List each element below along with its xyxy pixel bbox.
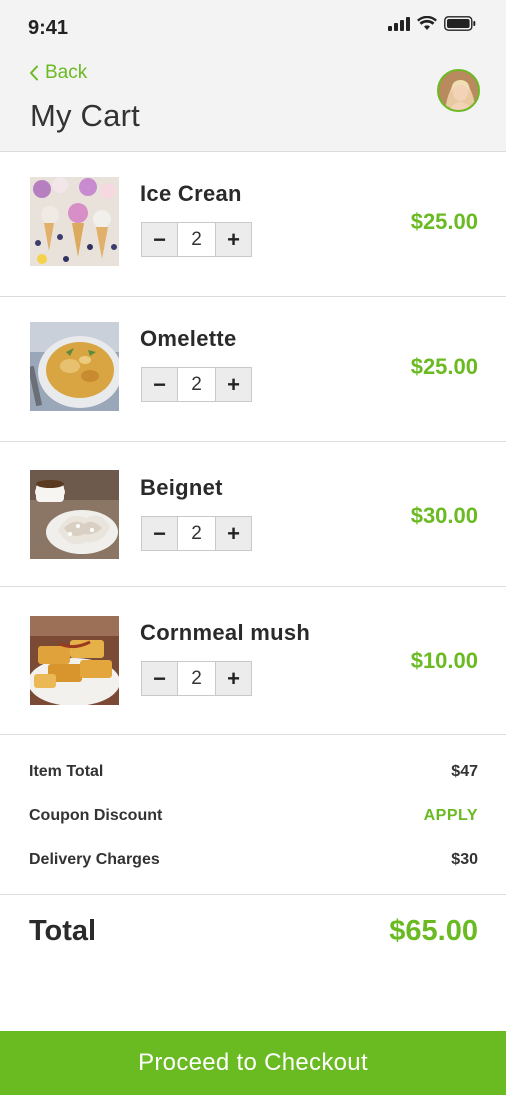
increase-quantity-button[interactable]: + (215, 662, 251, 695)
item-image-omelette (30, 322, 119, 411)
header: 9:41 Back My Cart (0, 0, 506, 152)
status-time: 9:41 (28, 17, 69, 39)
item-price: $25.00 (410, 354, 478, 379)
wifi-icon (417, 16, 437, 30)
back-label: Back (45, 62, 88, 83)
total-row: Total $65.00 (29, 915, 478, 948)
coupon-row: Coupon Discount APPLY (29, 807, 478, 825)
increase-quantity-button[interactable]: + (215, 517, 251, 550)
total-label: Total (29, 915, 97, 947)
battery-icon (444, 16, 476, 31)
delivery-value: $30 (451, 851, 478, 868)
cart-item: Beignet − 2 + $30.00 (0, 442, 506, 587)
increase-quantity-button[interactable]: + (215, 368, 251, 401)
quantity-stepper: − 2 + (141, 516, 252, 551)
quantity-value: 2 (178, 368, 215, 401)
item-image-cornmeal-mush (30, 616, 119, 705)
increase-quantity-button[interactable]: + (215, 223, 251, 256)
item-total-value: $47 (451, 763, 478, 780)
status-icons (388, 16, 476, 31)
item-name: Omelette (140, 326, 237, 351)
cart-item: Ice Crean − 2 + $25.00 (0, 152, 506, 297)
quantity-value: 2 (178, 662, 215, 695)
item-image-ice-cream (30, 177, 119, 266)
item-price: $25.00 (410, 209, 478, 234)
item-total-label: Item Total (29, 763, 104, 780)
cart-item: Cornmeal mush − 2 + $10.00 (0, 590, 506, 735)
delivery-label: Delivery Charges (29, 851, 160, 868)
item-image-beignet (30, 470, 119, 559)
back-button[interactable]: Back (29, 62, 87, 84)
coupon-label: Coupon Discount (29, 807, 163, 824)
item-name: Beignet (140, 475, 223, 500)
proceed-to-checkout-button[interactable]: Proceed to Checkout (0, 1031, 506, 1095)
decrease-quantity-button[interactable]: − (142, 517, 178, 550)
chevron-left-icon (30, 65, 38, 81)
quantity-value: 2 (178, 517, 215, 550)
total-value: $65.00 (389, 915, 478, 947)
page-title: My Cart (30, 98, 140, 133)
order-summary: Item Total $47 Coupon Discount APPLY Del… (0, 737, 506, 895)
apply-coupon-button[interactable]: APPLY (424, 807, 478, 825)
quantity-stepper: − 2 + (141, 222, 252, 257)
item-price: $10.00 (410, 648, 478, 673)
decrease-quantity-button[interactable]: − (142, 223, 178, 256)
item-total-row: Item Total $47 (29, 763, 478, 781)
decrease-quantity-button[interactable]: − (142, 662, 178, 695)
quantity-value: 2 (178, 223, 215, 256)
item-name: Cornmeal mush (140, 620, 311, 645)
signal-icon (388, 16, 410, 31)
item-price: $30.00 (410, 503, 478, 528)
delivery-row: Delivery Charges $30 (29, 851, 478, 869)
item-name: Ice Crean (140, 181, 242, 206)
decrease-quantity-button[interactable]: − (142, 368, 178, 401)
cart-item: Omelette − 2 + $25.00 (0, 297, 506, 442)
avatar[interactable] (437, 69, 480, 112)
status-bar: 9:41 (0, 0, 506, 55)
quantity-stepper: − 2 + (141, 661, 252, 696)
quantity-stepper: − 2 + (141, 367, 252, 402)
